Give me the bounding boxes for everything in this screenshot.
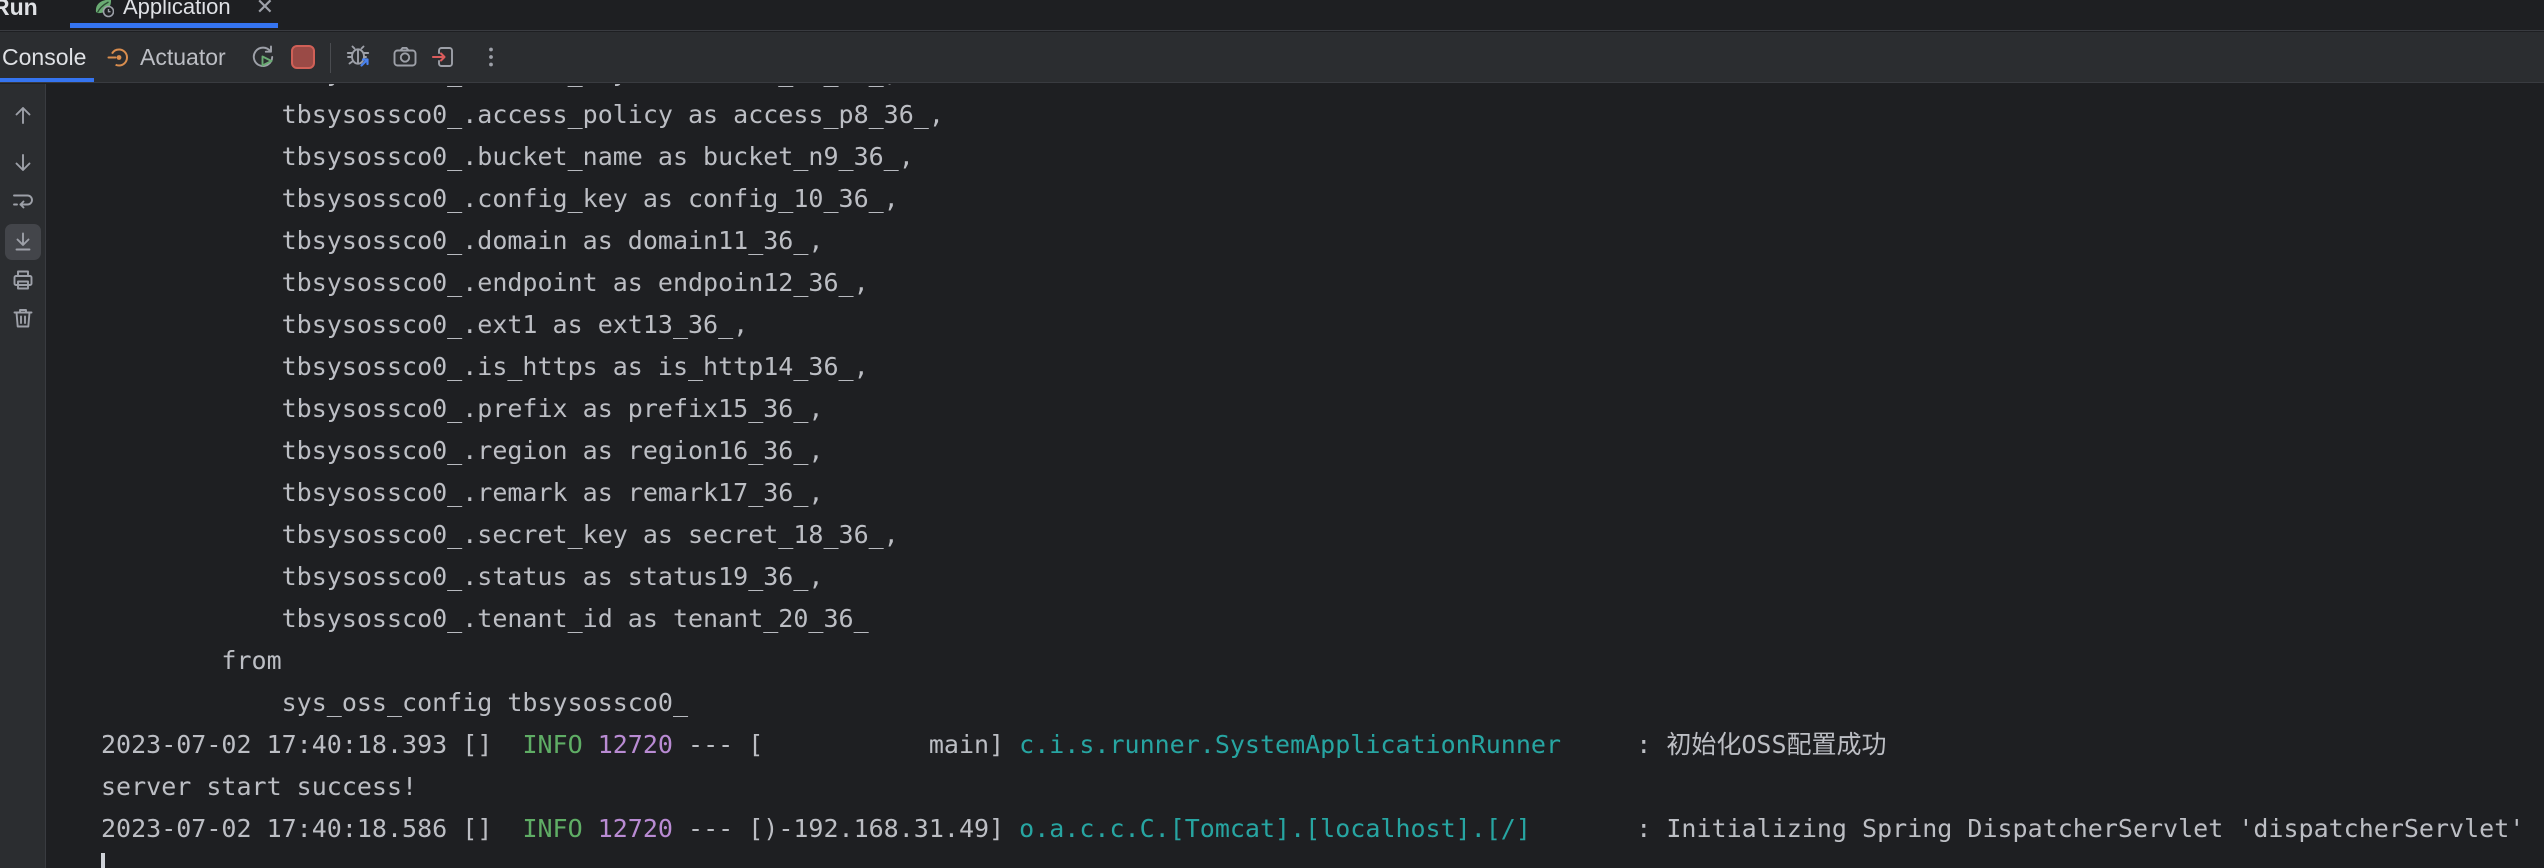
stop-icon[interactable] <box>291 42 321 72</box>
run-tool-window: Run Application ✕ Console <box>0 0 2544 868</box>
console-line: tbsysossco0_.status as status19_36_, <box>101 556 2544 598</box>
actuator-icon <box>106 45 131 70</box>
tab-actuator-label: Actuator <box>140 44 226 71</box>
text-caret <box>101 853 105 868</box>
console-line: sys_oss_config tbsysossco0_ <box>101 682 2544 724</box>
tab-close-icon[interactable]: ✕ <box>256 0 274 20</box>
console-output[interactable]: tbsysossco0_.access_key as access_k7_36_… <box>46 84 2544 868</box>
tab-console[interactable]: Console <box>0 32 94 82</box>
attach-debugger-icon[interactable] <box>344 42 374 72</box>
tab-console-label: Console <box>2 44 86 71</box>
console-line: 2023-07-02 17:40:18.393 [] INFO 12720 --… <box>101 724 2544 766</box>
console-toolbar: Console Actuator <box>0 32 2544 83</box>
run-tab-bar: Run Application ✕ <box>0 0 2544 31</box>
console-line <box>101 850 2544 868</box>
console-line: tbsysossco0_.remark as remark17_36_, <box>101 472 2544 514</box>
print-icon[interactable] <box>10 267 36 293</box>
down-arrow-icon[interactable] <box>10 150 36 176</box>
tab-application-label: Application <box>123 0 231 20</box>
console-line: tbsysossco0_.is_https as is_http14_36_, <box>101 346 2544 388</box>
console-line: tbsysossco0_.config_key as config_10_36_… <box>101 178 2544 220</box>
console-line: tbsysossco0_.ext1 as ext13_36_, <box>101 304 2544 346</box>
up-arrow-icon[interactable] <box>10 102 36 128</box>
console-line: tbsysossco0_.tenant_id as tenant_20_36_ <box>101 598 2544 640</box>
thread-dump-camera-icon[interactable] <box>390 42 420 72</box>
console-line: tbsysossco0_.access_policy as access_p8_… <box>101 94 2544 136</box>
clear-all-icon[interactable] <box>10 305 36 331</box>
console-line: server start success! <box>101 766 2544 808</box>
console-panel: tbsysossco0_.access_key as access_k7_36_… <box>0 84 2544 868</box>
console-line: tbsysossco0_.endpoint as endpoin12_36_, <box>101 262 2544 304</box>
toolbar-separator <box>330 43 331 73</box>
tab-actuator[interactable]: Actuator <box>106 32 226 82</box>
console-line: tbsysossco0_.domain as domain11_36_, <box>101 220 2544 262</box>
console-output-lines: tbsysossco0_.access_key as access_k7_36_… <box>101 84 2544 868</box>
scroll-to-end-icon[interactable] <box>10 229 36 255</box>
console-line: tbsysossco0_.access_key as access_k7_36_… <box>101 84 2544 94</box>
console-gutter-toolbar <box>0 84 46 868</box>
run-tool-label: Run <box>0 0 38 27</box>
export-log-icon[interactable] <box>429 42 459 72</box>
console-line: tbsysossco0_.region as region16_36_, <box>101 430 2544 472</box>
console-line: tbsysossco0_.secret_key as secret_18_36_… <box>101 514 2544 556</box>
console-line: tbsysossco0_.prefix as prefix15_36_, <box>101 388 2544 430</box>
console-tab-underline <box>0 78 94 82</box>
active-tab-underline <box>70 23 278 28</box>
more-kebab-icon[interactable] <box>476 42 506 72</box>
console-line: from <box>101 640 2544 682</box>
soft-wrap-icon[interactable] <box>10 188 36 214</box>
rerun-icon[interactable] <box>248 42 278 72</box>
spring-boot-run-icon <box>92 0 114 18</box>
console-line: tbsysossco0_.bucket_name as bucket_n9_36… <box>101 136 2544 178</box>
console-line: 2023-07-02 17:40:18.586 [] INFO 12720 --… <box>101 808 2544 850</box>
